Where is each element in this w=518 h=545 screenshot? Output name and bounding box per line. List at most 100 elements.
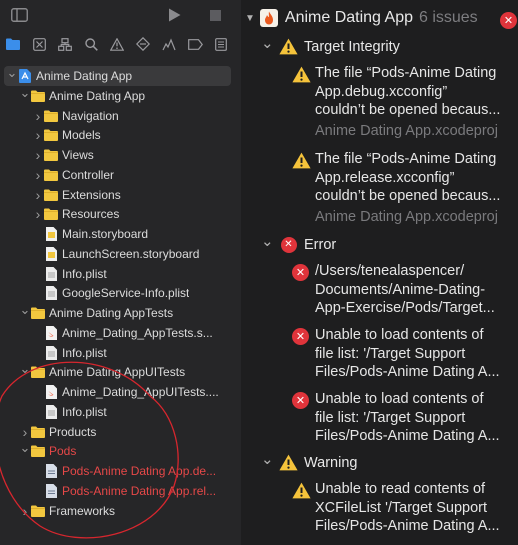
run-icon[interactable] [164,5,184,25]
issue-message-line: Unable to load contents of [315,327,484,343]
project-navigator: ⌄ Anime Dating App ⌄ Anime Dating App › Navig… [0,0,241,545]
plist-file-icon [44,264,58,284]
issue-message-line: The file “Pods-Anime Dating [315,151,497,167]
issue-count: 6 issues [418,9,478,26]
tree-row-label: Controller [62,167,115,182]
navigator-tabs [0,31,241,57]
source-control-icon[interactable] [30,35,48,53]
error-icon: ✕ [292,328,309,345]
issue-group-label: Error [304,236,337,253]
tree-row[interactable]: Info.plist [0,264,241,284]
tree-row[interactable]: Info.plist [0,402,241,422]
tree-row[interactable]: › Controller [0,165,241,185]
issue-message-line: Files/Pods-Anime Dating A... [315,518,500,534]
folder-icon [31,441,45,461]
tree-row[interactable]: Anime_Dating_AppTests.s... [0,323,241,343]
issue-message-line: Documents/Anime-Dating- [315,281,486,298]
warning-icon [279,38,298,55]
issues-header[interactable]: ▼ Anime Dating App 6 issues [241,9,478,27]
issue-item[interactable]: Unable to load contents of file list: '/T… [315,390,515,446]
issue-item[interactable]: The file “Pods-Anime Dating App.release.x… [315,150,515,226]
tree-row[interactable]: Pods-Anime Dating App.de... [0,461,241,481]
tree-row[interactable]: Anime_Dating_AppUITests.... [0,382,241,402]
issue-navigator-icon[interactable] [108,35,126,53]
chevron-right-icon[interactable]: › [32,165,44,185]
tree-row[interactable]: › Extensions [0,185,241,205]
chevron-down-icon[interactable]: ⌄ [19,359,31,379]
xcconfig-file-icon [44,481,58,501]
error-icon: ✕ [292,264,309,281]
project-navigator-icon[interactable] [4,35,22,53]
issue-group-target[interactable]: ⌄ Target Integrity [241,35,400,55]
error-icon: ✕ [279,236,298,253]
folder-icon [44,145,58,165]
chevron-down-icon[interactable]: ⌄ [261,450,275,468]
tree-row-label: LaunchScreen.storyboard [62,246,200,261]
folder-icon [44,125,58,145]
chevron-down-icon[interactable]: ⌄ [261,34,275,52]
tree-row-label: Models [62,128,101,143]
tree-row-label: Main.storyboard [62,227,149,241]
tree-row-label: Views [62,148,94,162]
tree-row[interactable]: ⌄ Anime Dating AppTests [0,300,241,323]
issue-item[interactable]: Unable to read contents of XCFileList '/T… [315,480,515,536]
chevron-down-icon[interactable]: ⌄ [261,232,275,250]
chevron-right-icon[interactable]: › [32,106,44,126]
tree-row[interactable]: › Views [0,145,241,165]
tree-row[interactable]: ⌄ Anime Dating AppUITests [0,359,241,382]
tree-row[interactable]: › Frameworks [0,501,241,521]
breakpoint-icon[interactable] [186,35,204,53]
chevron-down-icon[interactable]: ⌄ [6,63,18,83]
folder-icon [31,501,45,521]
issue-message-line: file list: '/Target Support [315,409,466,426]
tree-row[interactable]: › Products [0,422,241,442]
issue-message-line: Files/Pods-Anime Dating A... [315,428,500,444]
tree-row[interactable]: ⌄ Anime Dating App [4,63,231,86]
issue-navigator: ▼ Anime Dating App 6 issues ✕ ⌄ Target In… [241,0,518,545]
issue-item[interactable]: The file “Pods-Anime Dating App.debug.xcc… [315,64,515,140]
chevron-right-icon[interactable]: › [32,204,44,224]
issue-item[interactable]: /Users/tenealaspencer/Documents/Anime-Da… [315,262,515,318]
chevron-right-icon[interactable]: › [32,145,44,165]
tree-row[interactable]: › Navigation [0,106,241,126]
tree-row[interactable]: LaunchScreen.storyboard [0,244,241,264]
tree-row[interactable]: Pods-Anime Dating App.rel... [0,481,241,501]
chevron-right-icon[interactable]: › [32,185,44,205]
test-navigator-icon[interactable] [134,35,152,53]
chevron-down-icon[interactable]: ⌄ [19,83,31,103]
tree-row[interactable]: GoogleService-Info.plist [0,283,241,303]
chevron-down-icon[interactable]: ⌄ [19,300,31,320]
tree-row[interactable]: Info.plist [0,343,241,363]
tree-row-label: Pods [49,444,77,459]
sidebar-toggle-icon[interactable] [9,5,29,25]
issue-message-line: /Users/tenealaspencer/ [315,263,465,279]
issue-message-line: App-Exercise/Pods/Target... [315,300,495,316]
tree-row-label: Anime Dating AppTests [49,306,174,320]
chevron-right-icon[interactable]: › [32,125,44,145]
xcconfig-file-icon [44,461,58,481]
issue-group-error[interactable]: ⌄ ✕ Error [241,233,337,253]
project-title: Anime Dating App [284,9,413,26]
find-icon[interactable] [82,35,100,53]
report-icon[interactable] [212,35,230,53]
debug-navigator-icon[interactable] [160,35,178,53]
chevron-down-icon[interactable]: ⌄ [19,438,31,458]
tree-row[interactable]: Main.storyboard [0,224,241,244]
tree-row[interactable]: › Resources [0,204,241,224]
issue-message-line: Files/Pods-Anime Dating A... [315,364,500,380]
issue-item[interactable]: Unable to load contents of file list: '/T… [315,326,515,382]
chevron-down-icon[interactable]: ▼ [245,13,255,24]
tree-row[interactable]: ⌄ Anime Dating App [0,83,241,106]
tree-row[interactable]: ⌄ Pods [0,438,241,461]
issue-group-warning[interactable]: ⌄ Warning [241,451,357,471]
symbol-navigator-icon[interactable] [56,35,74,53]
stop-icon[interactable] [205,5,225,25]
folder-icon [44,106,58,126]
chevron-right-icon[interactable]: › [19,501,31,521]
tree-row[interactable]: › Models [0,125,241,145]
